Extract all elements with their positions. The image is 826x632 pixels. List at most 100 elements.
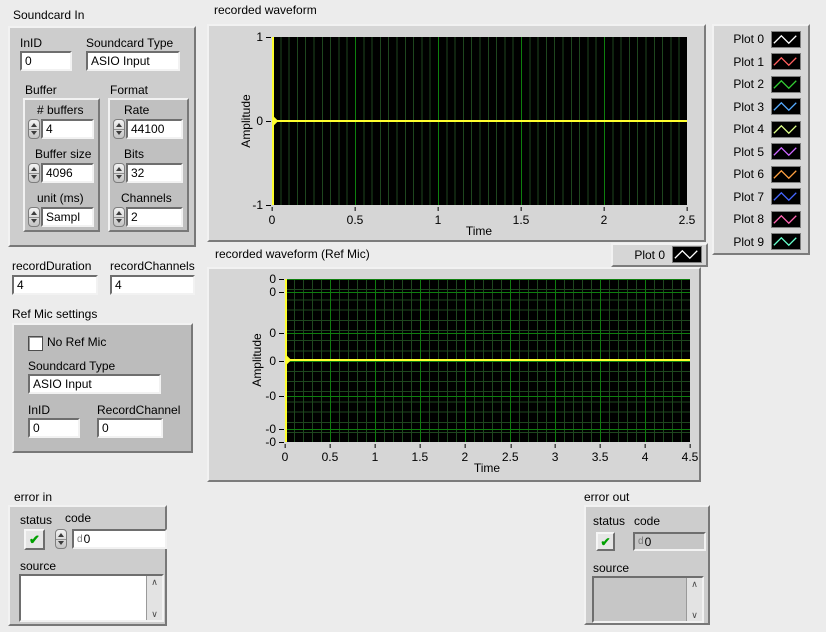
error-out-code-field: d0: [633, 532, 706, 551]
plot-style-swatch[interactable]: [672, 246, 702, 263]
bits-spinner[interactable]: [113, 163, 125, 183]
error-out-title: error out: [584, 490, 629, 504]
error-in-source-field[interactable]: ∧ ∨: [19, 574, 164, 622]
error-in-source-scrollbar[interactable]: ∧ ∨: [146, 576, 162, 620]
no-ref-mic-checkbox[interactable]: [28, 336, 43, 351]
ref-inid-field[interactable]: 0: [28, 418, 80, 438]
decrement-button[interactable]: [114, 130, 124, 139]
decrement-button[interactable]: [29, 130, 39, 139]
bits-field[interactable]: 32: [126, 163, 183, 183]
num-buffers-label: # buffers: [37, 103, 83, 117]
channels-field[interactable]: 2: [126, 207, 183, 227]
record-duration-field[interactable]: 4: [12, 275, 98, 295]
legend-label: Plot 4: [733, 122, 764, 136]
scroll-up-icon[interactable]: ∧: [691, 578, 698, 590]
error-in-code-field[interactable]: d0: [72, 529, 167, 549]
plot-style-swatch[interactable]: [771, 188, 801, 205]
plot-style-swatch[interactable]: [771, 31, 801, 48]
legend-item[interactable]: Plot 9: [714, 231, 808, 254]
decrement-button[interactable]: [114, 218, 124, 227]
bits-label: Bits: [124, 147, 144, 161]
legend-item[interactable]: Plot 7: [714, 186, 808, 209]
decrement-button[interactable]: [29, 174, 39, 183]
ref-inid-value: 0: [33, 421, 40, 435]
inid-field[interactable]: 0: [20, 51, 72, 71]
increment-button[interactable]: [114, 208, 124, 218]
graph2: 0000-0-0-0 00.511.522.533.544.5 Amplitud…: [207, 267, 701, 482]
error-out-source-scrollbar[interactable]: ∧ ∨: [686, 578, 702, 621]
ref-soundcard-type-field[interactable]: ASIO Input: [28, 374, 161, 394]
scroll-up-icon[interactable]: ∧: [151, 576, 158, 588]
soundcard-in-title: Soundcard In: [13, 8, 84, 22]
unit-ms-field[interactable]: Sampl: [41, 207, 94, 227]
axis-tick-label: 0: [269, 213, 276, 227]
decrement-button[interactable]: [56, 540, 66, 549]
soundcard-in-cluster: InID 0 Soundcard Type ASIO Input Buffer …: [8, 26, 196, 247]
decrement-button[interactable]: [29, 218, 39, 227]
axis-tick-label: -0: [265, 435, 276, 449]
record-channel-value: 0: [102, 421, 109, 435]
soundcard-type-label: Soundcard Type: [86, 36, 173, 50]
axis-tick-label: 3.5: [592, 450, 609, 464]
ref-mic-cluster: No Ref Mic Soundcard Type ASIO Input InI…: [12, 323, 193, 453]
unit-ms-spinner[interactable]: [28, 207, 40, 227]
legend-item[interactable]: Plot 3: [714, 96, 808, 119]
plot-style-swatch[interactable]: [771, 53, 801, 70]
major-gridline: [285, 279, 690, 280]
error-in-code-label: code: [65, 511, 91, 525]
buffer-size-field[interactable]: 4096: [41, 163, 94, 183]
legend-item[interactable]: Plot 5: [714, 141, 808, 164]
error-in-status-label: status: [20, 513, 52, 527]
record-duration-label: recordDuration: [12, 259, 91, 273]
record-channels-field[interactable]: 4: [110, 275, 195, 295]
rate-spinner[interactable]: [113, 119, 125, 139]
increment-button[interactable]: [114, 120, 124, 130]
legend-item[interactable]: Plot 0: [714, 28, 808, 51]
record-channel-field[interactable]: 0: [97, 418, 163, 438]
buffer-cluster: # buffers 4 Buffer size 4096 unit (ms) S…: [23, 98, 100, 232]
ref-soundcard-type-value: ASIO Input: [33, 377, 92, 391]
plot-style-swatch[interactable]: [771, 211, 801, 228]
legend-label: Plot 0: [733, 32, 764, 46]
plot-style-swatch[interactable]: [771, 166, 801, 183]
graph1-title: recorded waveform: [214, 3, 317, 17]
buffer-size-spinner[interactable]: [28, 163, 40, 183]
axis-tick-label: -1: [252, 198, 263, 212]
increment-button[interactable]: [29, 120, 39, 130]
graph2-title: recorded waveform (Ref Mic): [215, 247, 370, 261]
plot-style-swatch[interactable]: [771, 98, 801, 115]
legend-item[interactable]: Plot 8: [714, 208, 808, 231]
axis-tick-label: 2.5: [679, 213, 696, 227]
plot-style-swatch[interactable]: [771, 76, 801, 93]
scroll-down-icon[interactable]: ∨: [691, 609, 698, 621]
increment-button[interactable]: [29, 208, 39, 218]
legend-item[interactable]: Plot 0: [613, 245, 706, 264]
increment-button[interactable]: [29, 164, 39, 174]
plot-style-swatch[interactable]: [771, 143, 801, 160]
num-buffers-spinner[interactable]: [28, 119, 40, 139]
soundcard-type-field[interactable]: ASIO Input: [86, 51, 180, 71]
error-out-status-indicator: ✔: [596, 532, 615, 551]
ref-mic-title: Ref Mic settings: [12, 307, 97, 321]
legend-item[interactable]: Plot 4: [714, 118, 808, 141]
legend-item[interactable]: Plot 1: [714, 51, 808, 74]
error-in-status-button[interactable]: ✔: [24, 529, 45, 550]
plot-style-swatch[interactable]: [771, 121, 801, 138]
axis-tick-label: 0: [282, 450, 289, 464]
legend-label: Plot 3: [733, 100, 764, 114]
increment-button[interactable]: [114, 164, 124, 174]
axis-tick-label: 2: [461, 450, 468, 464]
error-in-code-spinner[interactable]: [55, 529, 67, 549]
buffer-cluster-label: Buffer: [25, 83, 57, 97]
increment-button[interactable]: [56, 530, 66, 540]
legend-item[interactable]: Plot 6: [714, 163, 808, 186]
decrement-button[interactable]: [114, 174, 124, 183]
legend-item[interactable]: Plot 2: [714, 73, 808, 96]
plot-style-swatch[interactable]: [771, 233, 801, 250]
axis-tick-label: 0: [269, 272, 276, 286]
channels-spinner[interactable]: [113, 207, 125, 227]
scroll-down-icon[interactable]: ∨: [151, 608, 158, 620]
rate-field[interactable]: 44100: [126, 119, 183, 139]
num-buffers-field[interactable]: 4: [41, 119, 94, 139]
axis-tick-label: -0: [265, 422, 276, 436]
